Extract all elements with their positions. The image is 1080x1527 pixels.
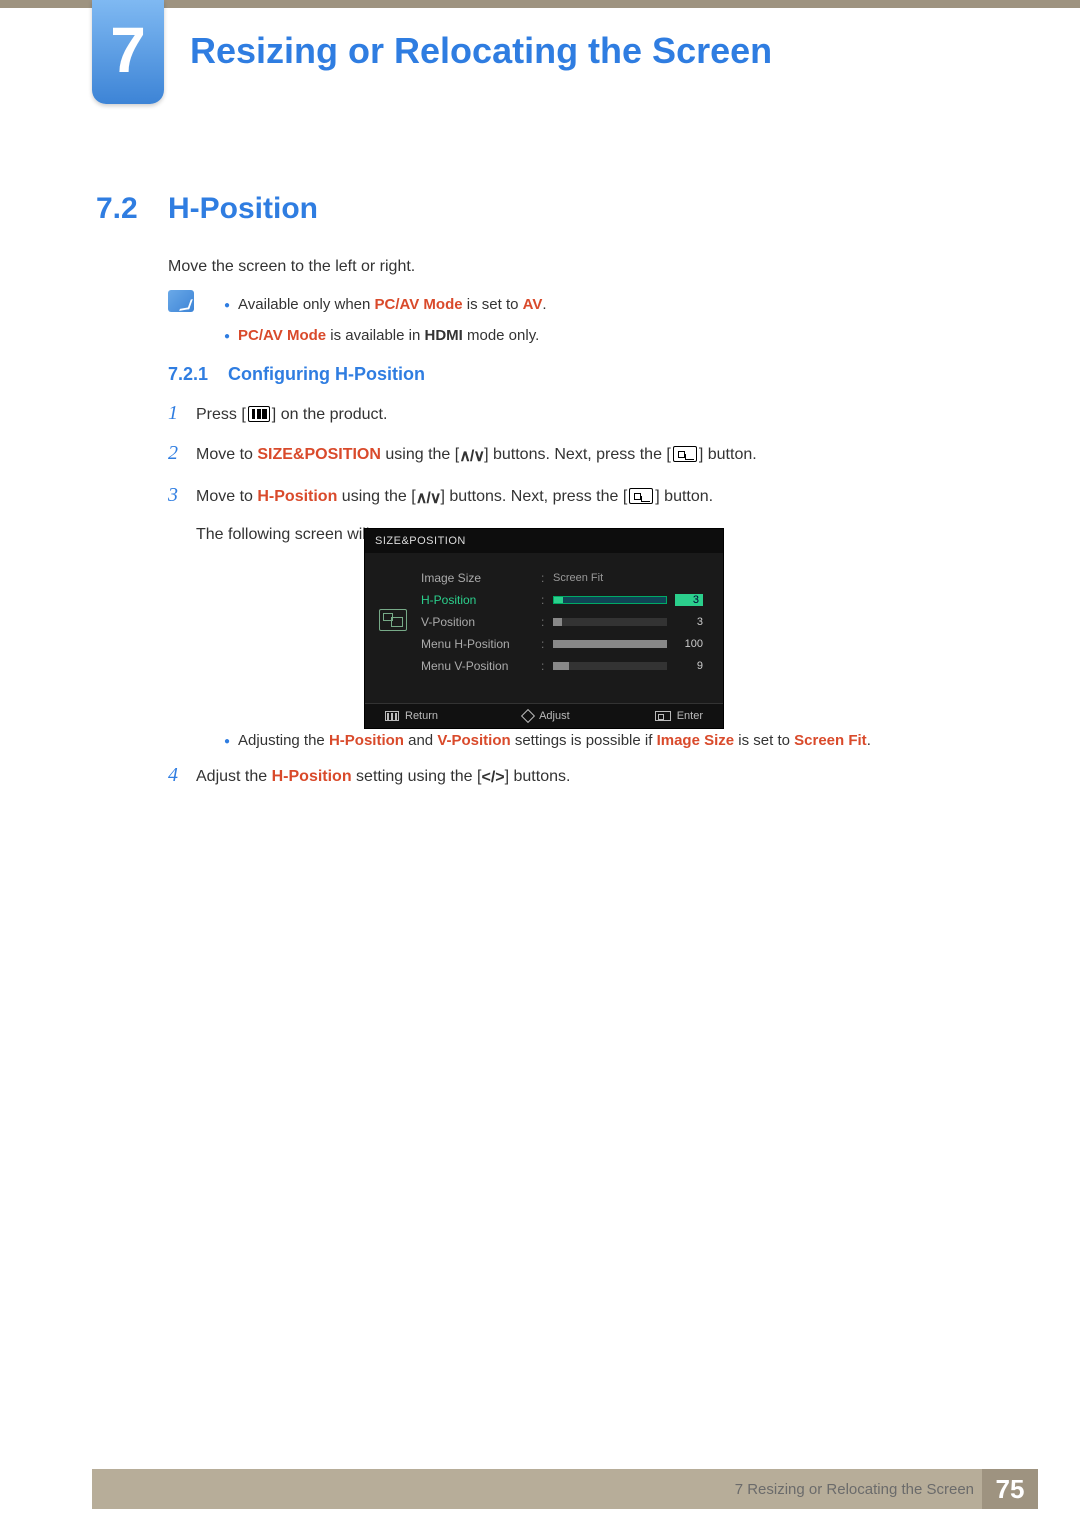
osd-row-label: H-Position bbox=[421, 593, 541, 607]
page-footer: 7 Resizing or Relocating the Screen 75 bbox=[92, 1469, 1038, 1509]
osd-row: Image Size:Screen Fit bbox=[421, 567, 703, 589]
enter-button-icon bbox=[673, 446, 697, 462]
size-position-icon bbox=[379, 609, 407, 631]
step-2: 2 Move to SIZE&POSITION using the [∧/∨] … bbox=[168, 442, 980, 470]
chapter-title: Resizing or Relocating the Screen bbox=[190, 30, 772, 72]
osd-screenshot: SIZE&POSITION Image Size:Screen FitH-Pos… bbox=[364, 528, 724, 729]
section-intro-text: Move the screen to the left or right. bbox=[168, 258, 415, 276]
osd-slider-bar bbox=[553, 596, 667, 604]
subsection-title: Configuring H-Position bbox=[228, 364, 425, 385]
osd-footer-enter: Enter bbox=[655, 710, 703, 722]
section-title: H-Position bbox=[168, 192, 318, 226]
osd-slider-bar bbox=[553, 640, 667, 648]
note-item-2: ●PC/AV Mode is available in HDMI mode on… bbox=[224, 321, 547, 352]
footer-chapter-text: 7 Resizing or Relocating the Screen bbox=[735, 1481, 974, 1498]
osd-footer-return: Return bbox=[385, 710, 438, 722]
note-icon bbox=[168, 290, 194, 312]
osd-slider-bar bbox=[553, 662, 667, 670]
osd-row-value: Screen Fit bbox=[553, 572, 703, 584]
osd-row-label: V-Position bbox=[421, 615, 541, 629]
menu-button-icon bbox=[248, 406, 270, 422]
osd-row-label: Menu V-Position bbox=[421, 659, 541, 673]
footer-page-number: 75 bbox=[982, 1469, 1038, 1509]
note-list: ●Available only when PC/AV Mode is set t… bbox=[224, 290, 547, 352]
osd-slider-bar bbox=[553, 618, 667, 626]
osd-row: Menu V-Position:9 bbox=[421, 655, 703, 677]
note-item-1: ●Available only when PC/AV Mode is set t… bbox=[224, 290, 547, 321]
osd-footer: Return Adjust Enter bbox=[365, 703, 723, 728]
osd-row: Menu H-Position:100 bbox=[421, 633, 703, 655]
osd-row-value: 3 bbox=[675, 616, 703, 628]
osd-row-value: 100 bbox=[675, 638, 703, 650]
up-down-icon: ∧/∨ bbox=[459, 444, 484, 470]
section-number: 7.2 bbox=[96, 192, 138, 226]
step-4: 4 Adjust the H-Position setting using th… bbox=[168, 764, 570, 791]
enter-button-icon bbox=[629, 488, 653, 504]
osd-row-label: Image Size bbox=[421, 571, 541, 585]
osd-row-value: 9 bbox=[675, 660, 703, 672]
osd-note: ●Adjusting the H-Position and V-Position… bbox=[224, 732, 871, 749]
osd-row-value: 3 bbox=[675, 594, 703, 606]
up-down-icon: ∧/∨ bbox=[416, 486, 441, 512]
osd-footer-adjust: Adjust bbox=[523, 710, 570, 722]
osd-title: SIZE&POSITION bbox=[365, 529, 723, 553]
osd-row-label: Menu H-Position bbox=[421, 637, 541, 651]
osd-body: Image Size:Screen FitH-Position:3V-Posit… bbox=[365, 553, 723, 703]
chapter-number-badge: 7 bbox=[92, 0, 164, 104]
left-right-icon: </> bbox=[481, 765, 504, 791]
step-1: 1 Press [] on the product. bbox=[168, 402, 980, 428]
osd-row: H-Position:3 bbox=[421, 589, 703, 611]
subsection-number: 7.2.1 bbox=[168, 364, 208, 385]
osd-row: V-Position:3 bbox=[421, 611, 703, 633]
